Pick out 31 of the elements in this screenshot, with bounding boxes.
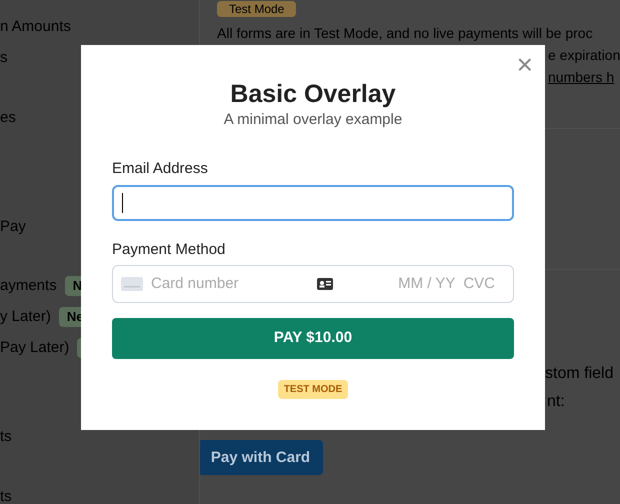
card-number-placeholder: Card number <box>151 274 239 294</box>
form-text: nt: <box>547 392 565 412</box>
card-icon <box>121 277 143 291</box>
sidebar-item[interactable]: Pay <box>0 216 26 238</box>
modal-subtitle: A minimal overlay example <box>224 110 402 130</box>
pay-with-card-button[interactable]: Pay with Card <box>200 440 323 475</box>
sidebar-item[interactable]: es <box>0 107 16 129</box>
card-field[interactable]: Card number MM / YY CVC <box>112 265 514 303</box>
pay-button[interactable]: PAY $10.00 <box>112 318 514 359</box>
sidebar-item[interactable]: Pay Later) <box>0 337 70 359</box>
expiry-placeholder: MM / YY <box>398 274 456 294</box>
id-card-icon <box>316 278 333 290</box>
info-paragraph: All forms are in Test Mode, and no live payments will be proc <box>217 24 594 43</box>
close-button[interactable]: × <box>516 51 533 79</box>
info-text: e expiration <box>548 46 620 65</box>
test-mode-badge: TEST MODE <box>278 380 348 399</box>
test-mode-badge: Test Mode <box>217 1 296 17</box>
modal-title: Basic Overlay <box>230 79 396 110</box>
sidebar-item[interactable]: y Later) <box>0 306 51 328</box>
text-cursor <box>122 193 123 213</box>
sidebar-item[interactable]: ts <box>0 426 12 448</box>
sidebar-item[interactable]: ayments <box>0 275 57 297</box>
sidebar-item[interactable]: n Amounts <box>0 16 71 38</box>
payment-method-label: Payment Method <box>112 240 226 260</box>
form-text: stom field <box>545 364 614 384</box>
sidebar-item[interactable]: ts <box>0 486 12 504</box>
email-label: Email Address <box>112 159 209 179</box>
cvc-placeholder: CVC <box>463 274 495 294</box>
email-field[interactable] <box>112 185 514 221</box>
sidebar-item[interactable]: s <box>0 47 8 69</box>
test-cards-link[interactable]: numbers h <box>548 66 614 88</box>
